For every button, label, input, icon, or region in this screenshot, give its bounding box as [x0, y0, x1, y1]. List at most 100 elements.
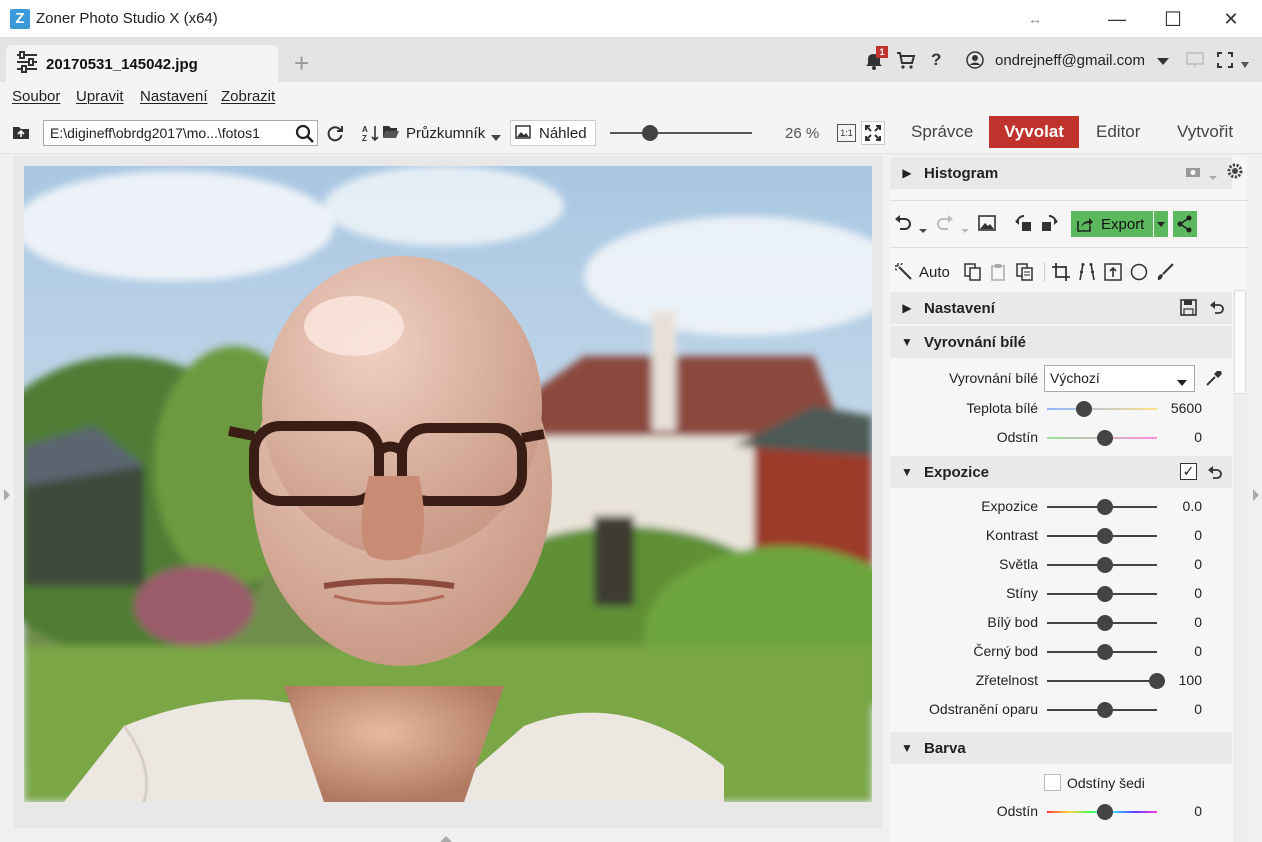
close-button[interactable]: ✕ — [1208, 0, 1254, 38]
browser-dropdown-icon[interactable] — [490, 129, 502, 145]
rotate-right-icon[interactable] — [1040, 214, 1058, 235]
grayscale-checkbox[interactable] — [1044, 774, 1061, 791]
zoom-slider-thumb[interactable] — [641, 125, 658, 141]
odstin-slider-thumb[interactable] — [1097, 430, 1113, 446]
synchronize-icon[interactable] — [1016, 263, 1034, 284]
brush-icon[interactable] — [1156, 263, 1174, 284]
help-button[interactable]: ? — [931, 50, 941, 70]
fullscreen-icon[interactable] — [1217, 52, 1233, 71]
left-panel-toggle-icon[interactable] — [3, 488, 11, 505]
undo-icon[interactable] — [894, 215, 912, 234]
zoom-slider-track[interactable] — [610, 132, 752, 134]
sort-icon[interactable]: AZ — [362, 124, 380, 145]
crop-icon[interactable] — [1052, 263, 1070, 284]
refresh-icon[interactable] — [326, 124, 344, 145]
odstraneni-oparu-slider-thumb[interactable] — [1097, 702, 1113, 718]
white-balance-section-title: Vyrovnání bílé — [924, 333, 1026, 351]
resize-icon[interactable]: ↔ — [1012, 0, 1058, 38]
color-section-header[interactable]: ▼ Barva — [890, 732, 1232, 764]
account-email[interactable]: ondrejneff@gmail.com — [995, 52, 1145, 69]
perspective-icon[interactable] — [1078, 263, 1096, 284]
chevron-down-icon — [1176, 374, 1188, 390]
menu-upravit[interactable]: Upravit — [76, 88, 124, 105]
auto-button[interactable]: Auto — [919, 264, 950, 281]
menu-soubor[interactable]: Soubor — [12, 88, 60, 105]
odstin-label: Odstín — [996, 803, 1038, 819]
undo-dropdown-icon[interactable] — [918, 221, 928, 237]
stiny-slider-thumb[interactable] — [1097, 586, 1113, 602]
redo-icon[interactable] — [936, 215, 954, 234]
odstin-slider-thumb[interactable] — [1097, 804, 1113, 820]
gear-icon[interactable] — [1227, 163, 1243, 182]
teplota-bile-slider-track[interactable] — [1047, 408, 1157, 410]
odstin-value[interactable]: 0 — [1152, 429, 1202, 445]
paste-settings-icon[interactable] — [990, 263, 1008, 284]
mode-vytvorit[interactable]: Vytvořit — [1165, 116, 1245, 148]
graduated-filter-icon[interactable] — [1104, 263, 1122, 284]
stiny-value[interactable]: 0 — [1152, 585, 1202, 601]
view-dropdown-icon[interactable] — [1240, 56, 1250, 72]
svetla-label: Světla — [999, 556, 1038, 572]
rotate-left-icon[interactable] — [1015, 214, 1033, 235]
grayscale-label: Odstíny šedi — [1067, 775, 1145, 791]
histogram-title: Histogram — [924, 164, 999, 182]
minimize-button[interactable]: — — [1094, 0, 1140, 38]
compare-image-icon[interactable] — [978, 215, 996, 234]
mode-editor[interactable]: Editor — [1084, 116, 1152, 148]
document-tab-label: 20170531_145042.jpg — [46, 56, 198, 73]
expozice-slider-thumb[interactable] — [1097, 499, 1113, 515]
odstin-value[interactable]: 0 — [1152, 803, 1202, 819]
user-icon[interactable] — [966, 51, 984, 72]
divider — [890, 200, 1248, 201]
fit-to-screen-button[interactable] — [861, 121, 885, 145]
eyedropper-icon[interactable] — [1205, 369, 1223, 390]
browser-label[interactable]: Průzkumník — [406, 125, 485, 142]
exposure-reset-icon[interactable] — [1207, 464, 1223, 483]
share-button[interactable] — [1173, 211, 1197, 237]
add-tab-button[interactable]: + — [294, 48, 309, 79]
kontrast-slider-thumb[interactable] — [1097, 528, 1113, 544]
cerny-bod-value[interactable]: 0 — [1152, 643, 1202, 659]
copy-settings-icon[interactable] — [964, 263, 982, 284]
svetla-value[interactable]: 0 — [1152, 556, 1202, 572]
menu-zobrazit[interactable]: Zobrazit — [221, 88, 275, 105]
svetla-slider-thumb[interactable] — [1097, 557, 1113, 573]
zretelnost-slider-track[interactable] — [1047, 680, 1157, 682]
right-panel-toggle-icon[interactable] — [1252, 488, 1260, 505]
reset-icon[interactable] — [1209, 299, 1225, 318]
bily-bod-slider-thumb[interactable] — [1097, 615, 1113, 631]
histogram-dropdown-icon[interactable] — [1208, 168, 1218, 184]
white-balance-section-header[interactable]: ▼ Vyrovnání bílé — [890, 326, 1232, 358]
export-dropdown-button[interactable] — [1154, 211, 1168, 237]
photo-preview[interactable] — [24, 166, 872, 802]
bily-bod-value[interactable]: 0 — [1152, 614, 1202, 630]
maximize-button[interactable]: ☐ — [1150, 0, 1196, 38]
path-input[interactable] — [43, 120, 318, 146]
histogram-header[interactable]: ▶ Histogram — [890, 157, 1232, 189]
account-dropdown-icon[interactable] — [1156, 54, 1170, 70]
expozice-label: Expozice — [981, 498, 1038, 514]
camera-icon[interactable] — [1185, 165, 1201, 181]
panel-scrollbar-thumb[interactable] — [1234, 290, 1246, 394]
mode-vyvolat[interactable]: Vyvolat — [989, 116, 1079, 148]
expozice-value[interactable]: 0.0 — [1152, 498, 1202, 514]
odstraneni-oparu-value[interactable]: 0 — [1152, 701, 1202, 717]
presentation-icon[interactable] — [1186, 52, 1204, 71]
kontrast-value[interactable]: 0 — [1152, 527, 1202, 543]
folder-up-icon[interactable] — [12, 124, 30, 143]
cart-icon[interactable] — [896, 50, 916, 73]
exposure-enable-checkbox[interactable]: ✓ — [1180, 463, 1197, 480]
magic-wand-icon[interactable] — [894, 262, 913, 284]
save-icon[interactable] — [1180, 299, 1197, 319]
cerny-bod-slider-thumb[interactable] — [1097, 644, 1113, 660]
actual-size-button[interactable]: 1:1 — [837, 124, 856, 142]
filmstrip-toggle-icon[interactable] — [439, 830, 453, 842]
search-icon[interactable] — [295, 124, 315, 147]
menu-nastaveni[interactable]: Nastavení — [140, 88, 208, 105]
zretelnost-value[interactable]: 100 — [1152, 672, 1202, 688]
redo-dropdown-icon[interactable] — [960, 221, 970, 237]
open-folder-icon[interactable] — [382, 124, 400, 143]
radial-filter-icon[interactable] — [1130, 263, 1148, 284]
mode-spravce[interactable]: Správce — [899, 116, 985, 148]
teplota-bile-value[interactable]: 5600 — [1152, 400, 1202, 416]
